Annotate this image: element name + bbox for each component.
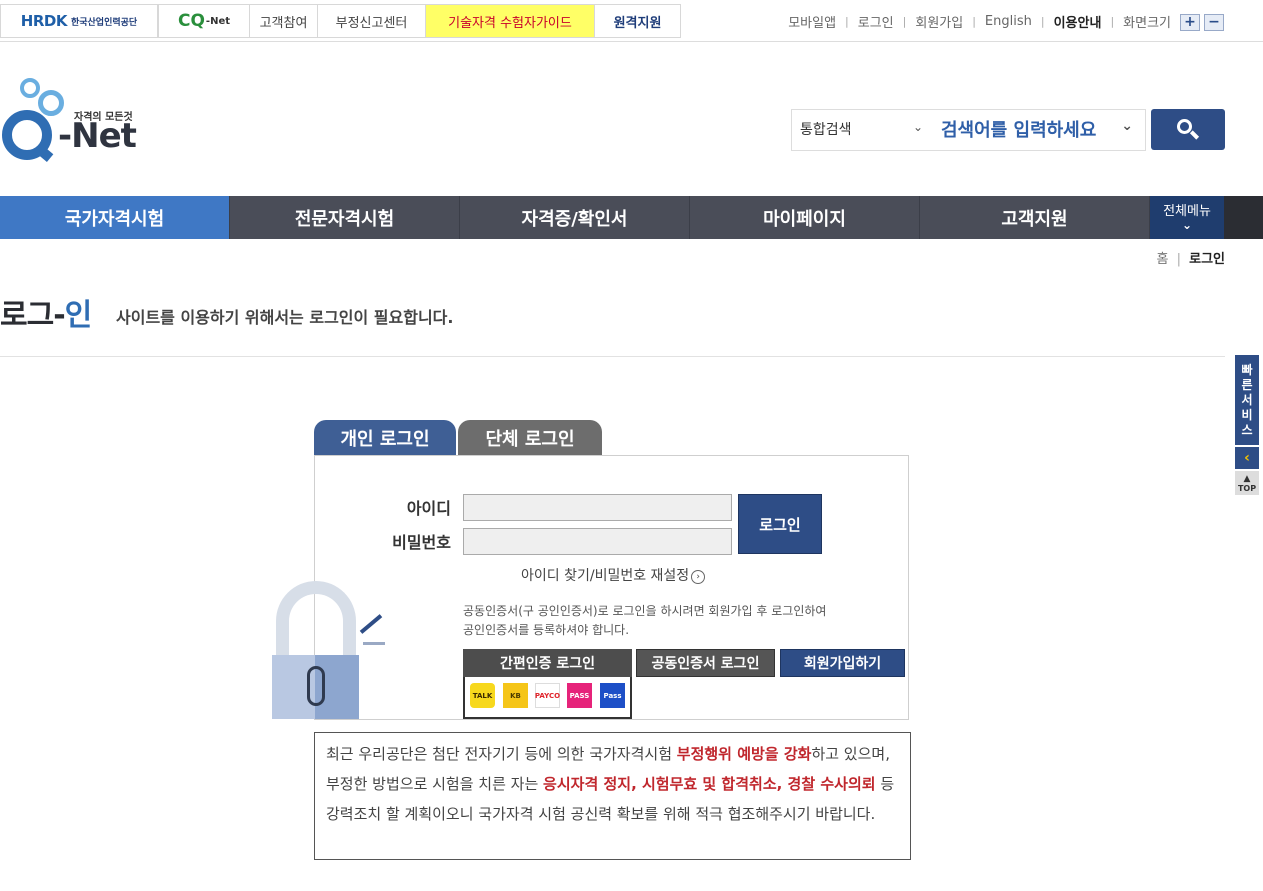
tab-personal-login[interactable]: 개인 로그인: [314, 420, 456, 455]
divider: |: [1110, 15, 1115, 28]
id-label: 아이디: [406, 499, 451, 518]
warning-emphasis-2: 응시자격 정지, 시험무효 및 합격취소, 경찰 수사의뢰: [543, 775, 876, 793]
divider: |: [972, 15, 976, 28]
page-description: 사이트를 이용하기 위해서는 로그인이 필요합니다.: [116, 308, 454, 327]
search-scope-value: 통합검색: [800, 122, 852, 138]
quick-service-panel[interactable]: 빠른서비스: [1235, 355, 1259, 445]
nav-mypage[interactable]: 마이페이지: [690, 196, 920, 239]
breadcrumb-current: 로그인: [1189, 252, 1225, 267]
pass-icon[interactable]: PASS: [567, 683, 592, 708]
logo-circle-small: [20, 78, 40, 98]
zoom-in-button[interactable]: +: [1180, 14, 1200, 31]
util-login[interactable]: 로그인: [858, 12, 894, 31]
divider: |: [1040, 15, 1045, 28]
all-menu-label: 전체메뉴: [1163, 204, 1211, 219]
top-links: 고객참여 부정신고센터 기술자격 수험자가이드 원격지원: [250, 4, 681, 38]
warning-text-1: 최근 우리공단은 첨단 전자기기 등에 의한 국가자격시험: [326, 745, 677, 763]
qnet-logo[interactable]: 자격의 모든것 -Net: [0, 72, 140, 172]
nav-certificate[interactable]: 자격증/확인서: [460, 196, 690, 239]
divider: |: [1176, 252, 1181, 267]
nav-customer-support[interactable]: 고객지원: [920, 196, 1150, 239]
link-remote-support[interactable]: 원격지원: [595, 4, 681, 38]
link-exam-guide[interactable]: 기술자격 수험자가이드: [426, 4, 595, 38]
page-title-part-a: 로그-: [0, 298, 66, 333]
page-title-part-b: 인: [64, 298, 93, 333]
chevron-down-icon: ⌄: [912, 120, 923, 134]
hrdk-logo-link[interactable]: HRDK 한국산업인력공단: [0, 4, 158, 38]
warning-emphasis-1: 부정행위 예방을 강화: [676, 745, 812, 763]
fraud-warning-notice: 최근 우리공단은 첨단 전자기기 등에 의한 국가자격시험 부정행위 예방을 강…: [314, 732, 911, 860]
password-label: 비밀번호: [392, 533, 451, 552]
zoom-out-button[interactable]: −: [1204, 14, 1224, 31]
scroll-top-button[interactable]: ▲ TOP: [1235, 471, 1259, 495]
top-utility-bar: HRDK 한국산업인력공단 CQ -Net 고객참여 부정신고센터 기술자격 수…: [0, 0, 1263, 42]
util-english[interactable]: English: [985, 14, 1032, 29]
chevron-down-icon: ⌄: [1181, 218, 1193, 232]
hrdk-logo: HRDK: [20, 12, 68, 30]
util-guide[interactable]: 이용안내: [1054, 12, 1102, 31]
join-button[interactable]: 회원가입하기: [780, 649, 905, 677]
divider: [0, 356, 1225, 357]
quick-service-label: 빠른서비스: [1241, 363, 1253, 437]
main-nav: 국가자격시험 전문자격시험 자격증/확인서 마이페이지 고객지원 전체메뉴 ⌄: [0, 196, 1263, 239]
search-button[interactable]: [1151, 109, 1225, 150]
kb-icon[interactable]: KB: [503, 683, 528, 708]
certificate-notice: 공동인증서(구 공인인증서)로 로그인을 하시려면 회원가입 후 로그인하여 공…: [463, 602, 893, 640]
search-icon-handle: [1189, 130, 1200, 140]
breadcrumb: 홈 | 로그인: [1156, 248, 1225, 267]
lock-keyhole-icon: [307, 666, 325, 706]
kakao-talk-icon[interactable]: TALK: [470, 683, 495, 708]
cqnet-logo-link[interactable]: CQ -Net: [158, 4, 250, 38]
logo-text: -Net: [58, 116, 137, 156]
search-scope-select[interactable]: 통합검색 ⌄: [791, 109, 941, 151]
top-label: TOP: [1237, 484, 1257, 493]
chevron-down-icon: ⌄: [1121, 118, 1133, 134]
divider: |: [902, 15, 907, 28]
lock-spark-icon: [363, 642, 385, 645]
nav-national-exam[interactable]: 국가자격시험: [0, 196, 230, 239]
nav-filler: [1224, 196, 1263, 239]
payco-icon[interactable]: PAYCO: [535, 683, 560, 708]
notice-line-1: 공동인증서(구 공인인증서)로 로그인을 하시려면 회원가입 후 로그인하여: [463, 604, 827, 618]
divider: |: [845, 15, 849, 28]
tab-group-login[interactable]: 단체 로그인: [458, 420, 602, 455]
util-mobile-app[interactable]: 모바일앱: [788, 12, 836, 31]
notice-line-2: 공인인증서를 등록하셔야 합니다.: [463, 623, 630, 637]
all-menu-button[interactable]: 전체메뉴 ⌄: [1150, 196, 1224, 239]
search-placeholder: 검색어를 입력하세요: [941, 120, 1097, 141]
login-button[interactable]: 로그인: [738, 494, 822, 554]
certificate-login-button[interactable]: 공동인증서 로그인: [636, 649, 775, 677]
util-links: 모바일앱 | 로그인 | 회원가입 | English | 이용안내 | 화면크…: [788, 12, 1171, 31]
logo-circle-medium: [38, 90, 64, 116]
chevron-right-icon: ›: [691, 570, 706, 584]
easy-auth-login-button[interactable]: 간편인증 로그인: [463, 649, 632, 677]
search-input[interactable]: 검색어를 입력하세요 ⌄: [941, 109, 1146, 151]
quick-collapse-button[interactable]: ‹: [1235, 447, 1259, 469]
breadcrumb-home[interactable]: 홈: [1156, 252, 1168, 267]
password-input[interactable]: [463, 528, 732, 555]
util-font-size-label: 화면크기: [1123, 16, 1171, 31]
util-signup[interactable]: 회원가입: [915, 12, 963, 31]
id-input[interactable]: [463, 494, 732, 521]
cqnet-logo: CQ: [177, 11, 205, 31]
hrdk-name: 한국산업인력공단: [70, 17, 138, 28]
logo-q-tail: [34, 144, 54, 162]
cqnet-suffix: -Net: [205, 15, 231, 27]
nav-professional-exam[interactable]: 전문자격시험: [230, 196, 460, 239]
link-customer-participation[interactable]: 고객참여: [250, 4, 318, 38]
caret-up-icon: ▲: [1243, 474, 1251, 484]
page-title: 로그-인: [0, 290, 93, 334]
find-account-label: 아이디 찾기/비밀번호 재설정: [521, 568, 690, 584]
find-account-link[interactable]: 아이디 찾기/비밀번호 재설정 ›: [521, 565, 706, 585]
samsung-pass-icon[interactable]: Pass: [600, 683, 625, 708]
link-fraud-report[interactable]: 부정신고센터: [318, 4, 426, 38]
